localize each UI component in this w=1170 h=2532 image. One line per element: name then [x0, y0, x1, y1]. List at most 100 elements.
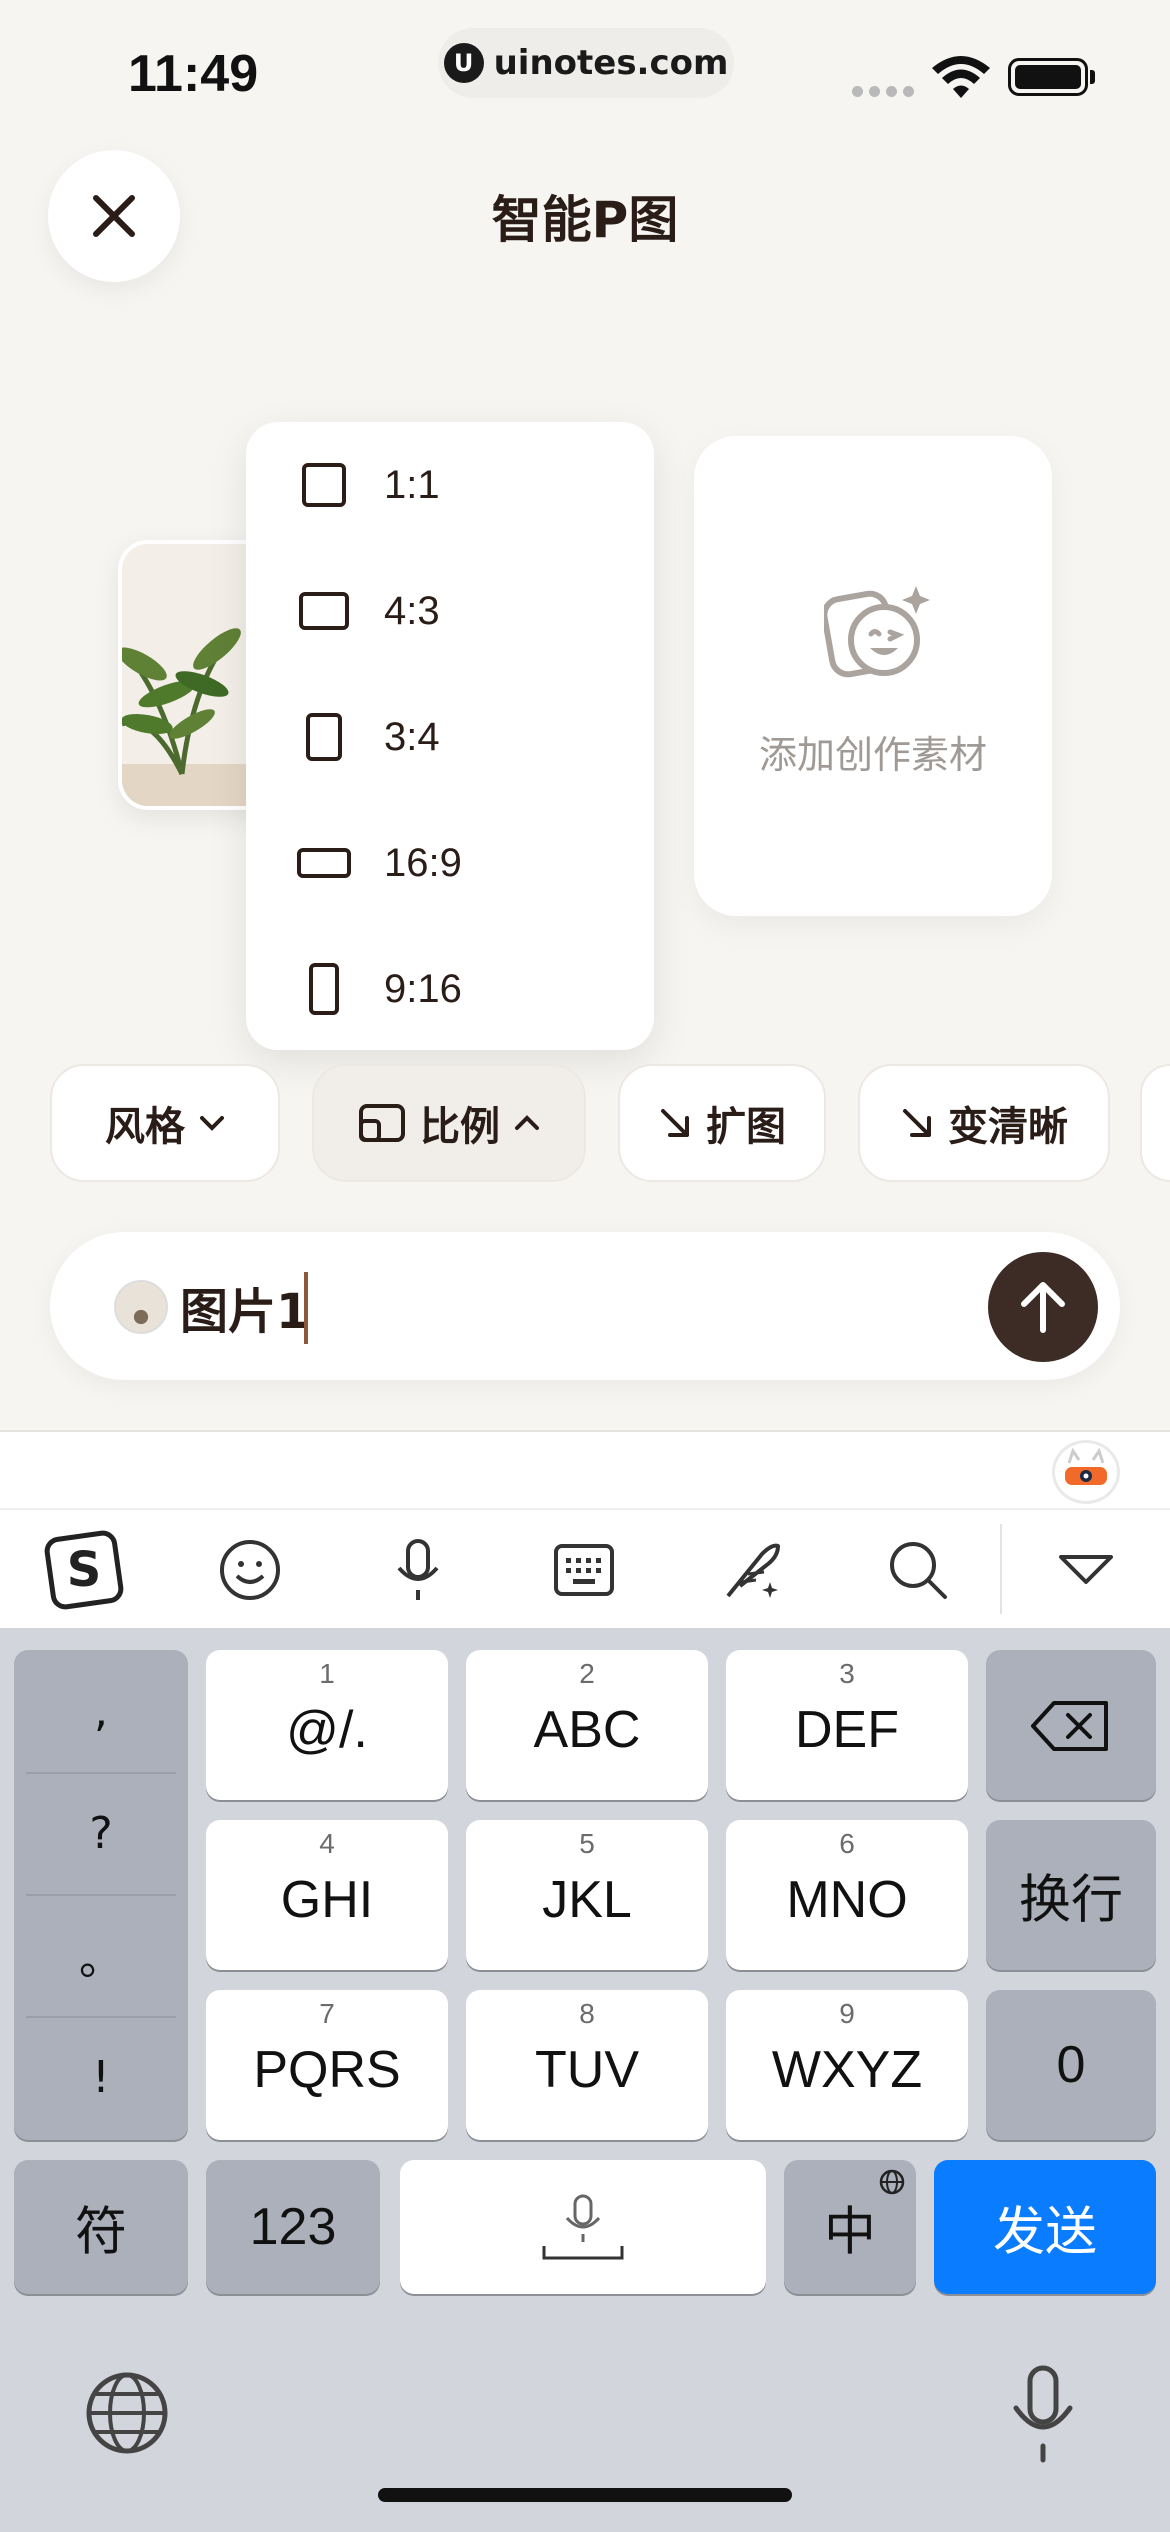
newline-key-label: 换行: [1018, 1871, 1123, 1930]
handwriting-button[interactable]: [712, 1530, 792, 1610]
emoji-button[interactable]: [210, 1530, 290, 1610]
sharpen-chip[interactable]: 变清晰: [858, 1064, 1110, 1182]
space-mic-icon: [542, 2194, 624, 2260]
image-thumbnail: [114, 1280, 168, 1334]
style-chip[interactable]: 风格: [50, 1064, 280, 1182]
style-chip-label: 风格: [105, 1104, 185, 1150]
ratio-option-label: 4:3: [384, 588, 440, 633]
quill-pen-icon: [726, 1543, 780, 1598]
key-label: DEF: [795, 1701, 899, 1759]
send-key[interactable]: 发送: [934, 2160, 1156, 2294]
chevron-up-icon: [515, 1115, 539, 1130]
ratio-option-label: 16:9: [384, 840, 462, 885]
url-pill[interactable]: U uinotes.com: [438, 28, 734, 98]
key-number: 3: [839, 1658, 855, 1689]
ratio-option-9-16[interactable]: 9:16: [246, 926, 654, 1052]
ratio-dropdown: 1:1 4:3 3:4 16:9 9:16: [246, 422, 654, 1050]
arrow-down-right-icon: [903, 1109, 931, 1137]
sharpen-chip-label: 变清晰: [948, 1104, 1068, 1150]
key-6[interactable]: 6 MNO: [726, 1820, 968, 1970]
expand-chip-label: 扩图: [706, 1104, 786, 1150]
ratio-option-label: 9:16: [384, 966, 462, 1011]
search-icon: [890, 1542, 947, 1599]
home-indicator[interactable]: [378, 2488, 792, 2502]
backspace-key[interactable]: [986, 1650, 1156, 1800]
square-ratio-icon: [302, 463, 346, 507]
search-button[interactable]: [878, 1530, 958, 1610]
expand-image-chip[interactable]: 扩图: [618, 1064, 826, 1182]
ime-candidate-bar: [0, 1432, 1170, 1508]
landscape-ratio-icon: [299, 592, 349, 630]
dictation-mic-icon[interactable]: [1010, 2364, 1076, 2464]
keyboard-switch-button[interactable]: [544, 1530, 624, 1610]
sogou-logo-button[interactable]: S: [44, 1530, 124, 1610]
language-key[interactable]: 中: [784, 2160, 916, 2294]
key-number: 8: [579, 1998, 595, 2029]
add-material-label: 添加创作素材: [758, 733, 987, 777]
ratio-option-1-1[interactable]: 1:1: [246, 422, 654, 548]
svg-text:S: S: [67, 1542, 102, 1598]
key-2[interactable]: 2 ABC: [466, 1650, 708, 1800]
key-3[interactable]: 3 DEF: [726, 1650, 968, 1800]
add-material-card[interactable]: 添加创作素材: [694, 436, 1052, 916]
ratio-chip-label: 比例: [420, 1104, 500, 1150]
text-caret: [304, 1272, 308, 1344]
triangle-down-icon: [1059, 1555, 1113, 1584]
wifi-icon: [932, 56, 990, 98]
space-key[interactable]: [400, 2160, 766, 2294]
ratio-option-label: 1:1: [384, 462, 440, 507]
key-7[interactable]: 7 PQRS: [206, 1990, 448, 2140]
globe-small-icon: [879, 2169, 905, 2195]
send-key-label: 发送: [992, 2203, 1097, 2262]
key-4[interactable]: 4 GHI: [206, 1820, 448, 1970]
key-label: MNO: [786, 1871, 908, 1929]
send-button[interactable]: [988, 1252, 1098, 1362]
voice-input-button[interactable]: [378, 1530, 458, 1610]
globe-icon[interactable]: [82, 2368, 172, 2458]
sogou-logo-icon: S: [44, 1530, 124, 1610]
key-9[interactable]: 9 WXYZ: [726, 1990, 968, 2140]
symbols-key[interactable]: 符: [14, 2160, 188, 2294]
emoji-icon: [220, 1540, 280, 1600]
ratio-option-label: 3:4: [384, 714, 440, 759]
key-5[interactable]: 5 JKL: [466, 1820, 708, 1970]
symbols-key-label: 符: [74, 2203, 127, 2262]
newline-key[interactable]: 换行: [986, 1820, 1156, 1970]
key-label: GHI: [280, 1871, 374, 1929]
keyboard-icon: [554, 1544, 614, 1596]
punctuation-column: , ? 。 !: [14, 1650, 188, 2140]
key-label: PQRS: [253, 2041, 401, 2099]
language-key-label: 中: [823, 2203, 876, 2262]
ime-toolbar: S: [0, 1508, 1170, 1628]
arrow-down-right-icon: [661, 1109, 689, 1137]
key-label: JKL: [542, 1871, 632, 1929]
arrow-up-icon: [1021, 1282, 1065, 1333]
ratio-option-3-4[interactable]: 3:4: [246, 674, 654, 800]
status-time: 11:49: [128, 45, 259, 103]
aspect-ratio-icon: [359, 1104, 405, 1142]
add-material-icon: [824, 586, 930, 678]
numbers-key[interactable]: 123: [206, 2160, 380, 2294]
key-number: 9: [839, 1998, 855, 2029]
key-1[interactable]: 1 @/.: [206, 1650, 448, 1800]
key-8[interactable]: 8 TUV: [466, 1990, 708, 2140]
site-logo-icon: U: [443, 43, 484, 83]
punct-key-period[interactable]: 。: [14, 1894, 188, 2016]
ratio-option-4-3[interactable]: 4:3: [246, 548, 654, 674]
punct-key-comma[interactable]: ,: [14, 1650, 188, 1772]
backspace-icon: [1031, 1701, 1108, 1751]
punct-key-question[interactable]: ?: [14, 1772, 188, 1894]
ratio-option-16-9[interactable]: 16:9: [246, 800, 654, 926]
more-chip-partial[interactable]: [1140, 1064, 1170, 1182]
key-number: 1: [319, 1658, 335, 1689]
signal-icon: [852, 86, 914, 97]
widescreen-ratio-icon: [297, 848, 351, 878]
collapse-keyboard-button[interactable]: [1046, 1530, 1126, 1610]
punct-key-exclamation[interactable]: !: [14, 2016, 188, 2138]
zero-key-label: 0: [1056, 2036, 1086, 2094]
ratio-chip[interactable]: 比例: [312, 1064, 586, 1182]
page-title: 智能P图: [491, 191, 679, 249]
zero-key[interactable]: 0: [986, 1990, 1156, 2140]
ime-mascot-icon[interactable]: [1052, 1440, 1120, 1504]
numbers-key-label: 123: [249, 2198, 337, 2256]
